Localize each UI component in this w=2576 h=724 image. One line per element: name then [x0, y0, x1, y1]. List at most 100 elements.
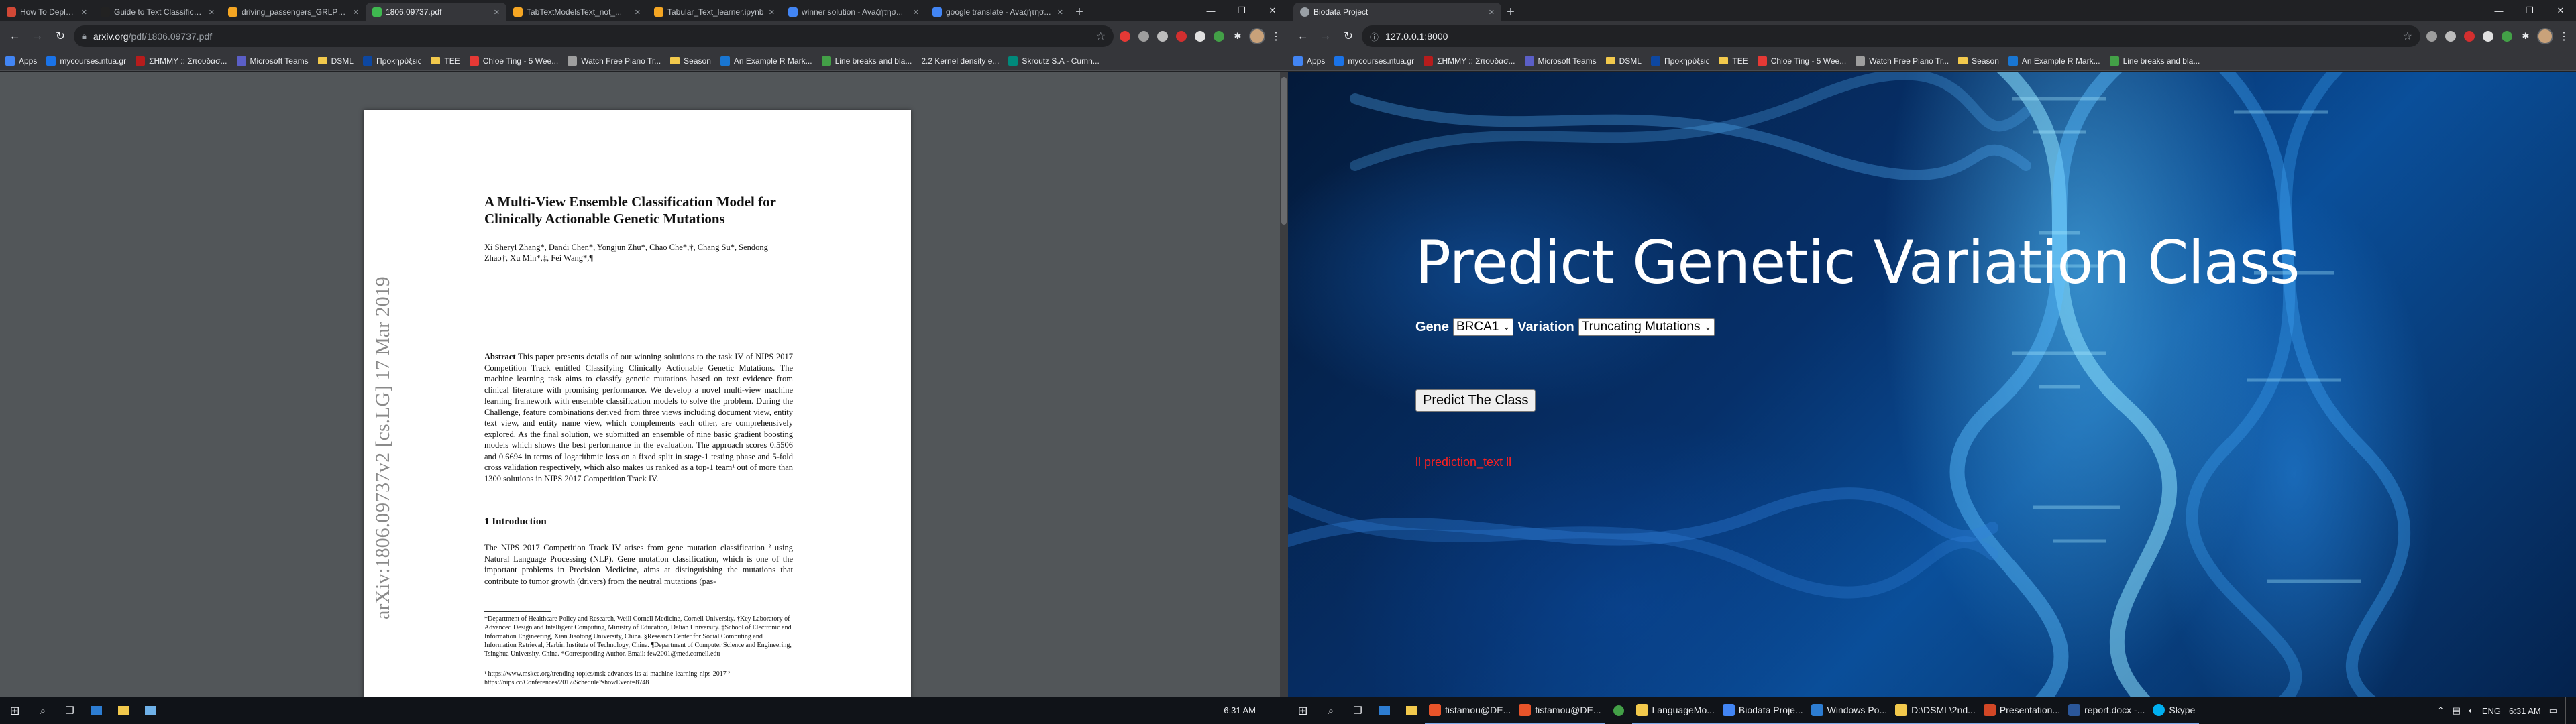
tab-0[interactable]: How To Deploy A Fasta M... ✕: [0, 3, 94, 21]
extension-icon[interactable]: [1212, 29, 1226, 44]
address-bar[interactable]: 🔒︎ arxiv.org/pdf/1806.09737.pdf ☆: [74, 25, 1114, 47]
taskbar-app[interactable]: Presentation...: [1979, 697, 2065, 724]
bookmark-item[interactable]: Chloe Ting - 5 Wee...: [469, 56, 558, 66]
bookmark-folder[interactable]: Season: [670, 56, 711, 66]
new-tab-button[interactable]: +: [1070, 3, 1089, 21]
bookmark-item[interactable]: Watch Free Piano Tr...: [1856, 56, 1949, 66]
reload-button[interactable]: ↻: [1339, 27, 1358, 46]
extension-icon[interactable]: [1118, 29, 1132, 44]
menu-icon[interactable]: ⋮: [1269, 29, 1283, 43]
bookmark-folder[interactable]: Season: [1958, 56, 1999, 66]
bookmark-folder[interactable]: TEE: [431, 56, 460, 66]
extension-icon[interactable]: [1193, 29, 1208, 44]
bookmark-item[interactable]: Watch Free Piano Tr...: [568, 56, 661, 66]
close-icon[interactable]: ✕: [81, 8, 87, 17]
bookmark-folder[interactable]: DSML: [317, 56, 354, 66]
bookmark-item[interactable]: Προκηρύξεις: [1650, 56, 1709, 66]
tab-3[interactable]: 1806.09737.pdf ✕: [366, 3, 506, 21]
task-view-icon[interactable]: ❐: [1344, 697, 1371, 724]
minimize-icon[interactable]: —: [2483, 0, 2514, 21]
pinned-app-icon[interactable]: [1398, 697, 1425, 724]
info-icon[interactable]: ⓘ: [1370, 30, 1379, 43]
forward-button[interactable]: →: [28, 27, 47, 46]
task-view-icon[interactable]: ❐: [56, 697, 83, 724]
tray-chevron-icon[interactable]: ⌃: [2437, 705, 2445, 716]
search-icon[interactable]: ⌕: [30, 697, 56, 724]
tab-5[interactable]: Tabular_Text_learner.ipynb ✕: [647, 3, 782, 21]
bookmark-item[interactable]: Προκηρύξεις: [362, 56, 421, 66]
taskbar-app[interactable]: fistamou@DE...: [1515, 697, 1605, 724]
extension-icon[interactable]: [2462, 29, 2477, 44]
close-icon[interactable]: ✕: [1057, 8, 1063, 17]
network-icon[interactable]: ▤: [2453, 705, 2461, 716]
variation-select[interactable]: Truncating Mutations ⌄: [1578, 318, 1715, 336]
bookmark-item[interactable]: mycourses.ntua.gr: [46, 56, 126, 66]
bookmark-item[interactable]: Chloe Ting - 5 Wee...: [1757, 56, 1846, 66]
extension-icon[interactable]: [1136, 29, 1151, 44]
language-indicator[interactable]: ENG: [2482, 706, 2501, 716]
close-icon[interactable]: ✕: [769, 8, 775, 17]
bookmark-item[interactable]: ΣΗΜΜΥ :: Σπουδασ...: [136, 56, 227, 66]
bookmark-item[interactable]: mycourses.ntua.gr: [1334, 56, 1414, 66]
vertical-scrollbar[interactable]: [1280, 72, 1288, 697]
reload-button[interactable]: ↻: [51, 27, 70, 46]
bookmark-folder[interactable]: TEE: [1719, 56, 1748, 66]
extension-icon[interactable]: [2443, 29, 2458, 44]
close-window-icon[interactable]: ✕: [1257, 0, 1288, 21]
volume-icon[interactable]: 🔈︎: [2469, 705, 2474, 716]
bookmark-folder[interactable]: DSML: [1605, 56, 1642, 66]
pinned-app-icon[interactable]: [83, 697, 110, 724]
predict-button[interactable]: Predict The Class: [1415, 389, 1536, 412]
close-icon[interactable]: ✕: [635, 8, 641, 17]
close-icon[interactable]: ✕: [209, 8, 215, 17]
bookmark-star-icon[interactable]: ☆: [1096, 29, 1106, 43]
pinned-app-icon[interactable]: [1605, 697, 1632, 724]
taskbar-app[interactable]: fistamou@DE...: [1425, 697, 1515, 724]
extension-icon[interactable]: [2481, 29, 2496, 44]
puzzle-icon[interactable]: ✱: [2518, 29, 2533, 44]
bookmark-item[interactable]: 2.2 Kernel density e...: [921, 56, 999, 66]
pdf-viewer[interactable]: arXiv:1806.09737v2 [cs.LG] 17 Mar 2019 A…: [0, 72, 1280, 713]
close-icon[interactable]: ✕: [1489, 8, 1495, 17]
tab-4[interactable]: TabTextModelsText_not_... ✕: [506, 3, 647, 21]
back-button[interactable]: ←: [5, 27, 24, 46]
bookmark-apps[interactable]: Apps: [5, 56, 37, 66]
extension-icon[interactable]: [1174, 29, 1189, 44]
taskbar-app[interactable]: report.docx -...: [2064, 697, 2149, 724]
taskbar-app[interactable]: Biodata Proje...: [1718, 697, 1807, 724]
bookmark-star-icon[interactable]: ☆: [2403, 29, 2412, 43]
windows-start-icon[interactable]: ⊞: [1288, 697, 1318, 724]
tab-biodata[interactable]: Biodata Project ✕: [1293, 3, 1501, 21]
puzzle-icon[interactable]: ✱: [1230, 29, 1245, 44]
close-icon[interactable]: ✕: [913, 8, 919, 17]
extension-icon[interactable]: [1155, 29, 1170, 44]
pinned-app-icon[interactable]: [1371, 697, 1398, 724]
tab-2[interactable]: driving_passengers_GRLPH... ✕: [221, 3, 366, 21]
bookmark-item[interactable]: Microsoft Teams: [236, 56, 309, 66]
bookmark-item[interactable]: Line breaks and bla...: [2109, 56, 2200, 66]
bookmark-item[interactable]: Line breaks and bla...: [821, 56, 912, 66]
pinned-app-icon[interactable]: [137, 697, 164, 724]
bookmark-item[interactable]: An Example R Mark...: [2008, 56, 2100, 66]
maximize-icon[interactable]: ❐: [1226, 0, 1257, 21]
bookmark-item[interactable]: ΣΗΜΜΥ :: Σπουδασ...: [1424, 56, 1515, 66]
taskbar-app[interactable]: LanguageMo...: [1631, 697, 1719, 724]
close-icon[interactable]: ✕: [494, 8, 500, 17]
pinned-app-icon[interactable]: [110, 697, 137, 724]
menu-icon[interactable]: ⋮: [2557, 29, 2571, 43]
taskbar-app[interactable]: D:\DSML\2nd...: [1891, 697, 1980, 724]
tab-7[interactable]: google translate - Avaζήτησ... ✕: [926, 3, 1070, 21]
bookmark-item[interactable]: Skroutz S.A - Cumn...: [1008, 56, 1099, 66]
close-window-icon[interactable]: ✕: [2545, 0, 2576, 21]
maximize-icon[interactable]: ❐: [2514, 0, 2545, 21]
minimize-icon[interactable]: —: [1195, 0, 1226, 21]
back-button[interactable]: ←: [1293, 27, 1312, 46]
avatar[interactable]: [1249, 28, 1265, 44]
windows-start-icon[interactable]: ⊞: [0, 697, 30, 724]
bookmark-apps[interactable]: Apps: [1293, 56, 1325, 66]
tab-6[interactable]: winner solution - Avaζήτησ... ✕: [782, 3, 926, 21]
tab-1[interactable]: Guide to Text Classification... ✕: [94, 3, 221, 21]
taskbar-app[interactable]: Windows Po...: [1807, 697, 1892, 724]
bookmark-item[interactable]: An Example R Mark...: [720, 56, 812, 66]
extension-icon[interactable]: [2424, 29, 2439, 44]
